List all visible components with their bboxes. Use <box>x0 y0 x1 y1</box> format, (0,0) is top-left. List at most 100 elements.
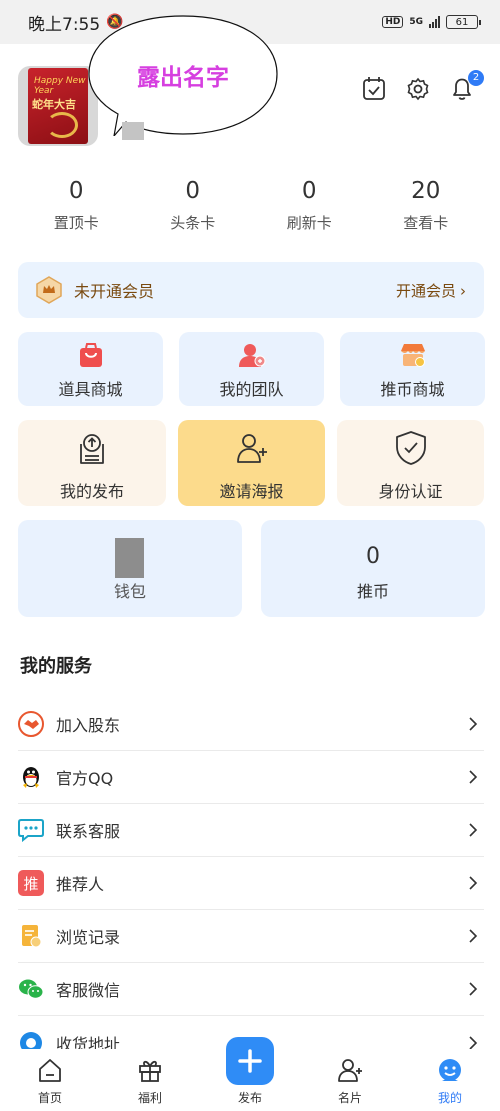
store-icon <box>400 344 425 367</box>
header-actions: 2 <box>362 70 484 102</box>
nav-card[interactable]: 名片 <box>300 1049 400 1111</box>
service-contact-support[interactable]: 联系客服 <box>18 804 484 857</box>
stat-value: 0 <box>68 178 84 204</box>
speech-bubble: 露出名字 <box>88 14 278 136</box>
nav-welfare[interactable]: 福利 <box>100 1049 200 1111</box>
wallet-card[interactable]: 钱包 <box>18 520 242 617</box>
team-person-icon <box>238 344 265 367</box>
vip-banner[interactable]: 未开通会员 开通会员 › <box>18 262 484 318</box>
tile-invite-poster[interactable]: 邀请海报 <box>178 420 325 506</box>
wechat-icon <box>18 976 44 1002</box>
publish-button[interactable] <box>226 1037 274 1085</box>
nav-mine[interactable]: 我的 <box>400 1049 500 1111</box>
profile-icon <box>439 1059 461 1081</box>
invite-person-icon <box>236 434 267 463</box>
service-wechat-support[interactable]: 客服微信 <box>18 963 484 1016</box>
service-label: 官方QQ <box>56 769 114 788</box>
nav-label: 我的 <box>437 1091 462 1105</box>
service-referrer[interactable]: 推 推荐人 <box>18 857 484 910</box>
coins-card[interactable]: 0 推币 <box>261 520 485 617</box>
avatar-image: Happy New Year 蛇年大吉 <box>28 68 88 144</box>
card-person-icon <box>338 1059 362 1082</box>
home-icon <box>39 1059 61 1082</box>
service-label: 加入股东 <box>56 716 121 735</box>
nav-label: 发布 <box>237 1091 262 1105</box>
network-label: 5G <box>409 17 423 27</box>
service-label: 联系客服 <box>56 822 121 841</box>
stats-row: 0 置顶卡 0 头条卡 0 刷新卡 20 查看卡 <box>18 176 484 233</box>
tile-label: 身份认证 <box>378 482 443 501</box>
shopping-bag-icon <box>79 343 102 367</box>
services-list: 加入股东 官方QQ 联系客服 推 推荐人 浏览记录 客服微信 收货地址 <box>18 698 484 1069</box>
chevron-right-icon: › <box>460 281 466 300</box>
chevron-right-icon <box>469 717 478 731</box>
services-title: 我的服务 <box>20 656 92 677</box>
tile-label: 道具商城 <box>58 380 123 399</box>
nav-label: 名片 <box>337 1091 362 1105</box>
avatar-chinese-text: 蛇年大吉 <box>32 98 76 111</box>
tile-identity[interactable]: 身份认证 <box>337 420 484 506</box>
stat-refresh-card[interactable]: 0 刷新卡 <box>251 176 368 233</box>
coins-value: 0 <box>366 544 380 569</box>
coins-label: 推币 <box>356 582 389 601</box>
stat-headline-card[interactable]: 0 头条卡 <box>135 176 252 233</box>
stat-label: 查看卡 <box>403 214 449 232</box>
stat-value: 20 <box>411 178 441 204</box>
handshake-icon <box>18 711 44 737</box>
chat-bubble-icon <box>18 817 44 843</box>
tile-my-team[interactable]: 我的团队 <box>179 332 324 406</box>
stat-value: 0 <box>301 178 317 204</box>
stat-pin-card[interactable]: 0 置顶卡 <box>18 176 135 233</box>
battery-level: 61 <box>455 16 469 28</box>
stat-view-card[interactable]: 20 查看卡 <box>368 176 485 233</box>
recommend-glyph: 推 <box>18 870 44 896</box>
snake-decoration <box>46 112 78 138</box>
tile-props-mall[interactable]: 道具商城 <box>18 332 163 406</box>
nav-label: 首页 <box>37 1091 62 1105</box>
open-vip-label: 开通会员 <box>395 281 456 300</box>
stat-label: 刷新卡 <box>286 214 332 232</box>
checkin-calendar-icon[interactable] <box>362 76 386 102</box>
nav-publish[interactable]: 发布 <box>200 1037 300 1111</box>
tile-coin-mall[interactable]: 推币商城 <box>340 332 485 406</box>
gift-icon <box>139 1060 161 1082</box>
bottom-nav: 首页 福利 发布 名片 我的 <box>0 1037 500 1111</box>
status-right: HD 5G 61 <box>382 15 481 29</box>
battery-icon: 61 <box>446 15 481 29</box>
redacted-wallet-amount <box>115 538 144 578</box>
tile-label: 我的团队 <box>219 380 284 399</box>
profile-page: 晚上7:55 🔕 HD 5G 61 Happy New Year 蛇年大吉 露出… <box>0 0 500 1111</box>
bubble-text: 露出名字 <box>137 65 229 91</box>
bell-icon[interactable]: 2 <box>450 70 484 102</box>
wallet-label: 钱包 <box>113 582 146 601</box>
hd-badge: HD <box>382 16 404 28</box>
service-browse-history[interactable]: 浏览记录 <box>18 910 484 963</box>
signal-icon <box>429 16 440 28</box>
service-label: 推荐人 <box>56 875 105 894</box>
tile-my-posts[interactable]: 我的发布 <box>18 420 166 506</box>
qq-penguin-icon <box>18 764 44 790</box>
service-official-qq[interactable]: 官方QQ <box>18 751 484 804</box>
avatar-greeting: Happy New Year <box>34 76 86 96</box>
service-join-shareholder[interactable]: 加入股东 <box>18 698 484 751</box>
nav-label: 福利 <box>137 1091 162 1105</box>
chevron-right-icon <box>469 770 478 784</box>
chevron-right-icon <box>469 1035 478 1050</box>
tile-label: 邀请海报 <box>219 482 284 501</box>
nav-home[interactable]: 首页 <box>0 1049 100 1111</box>
redacted-name <box>122 122 144 140</box>
chevron-right-icon <box>469 982 478 996</box>
stat-label: 置顶卡 <box>53 214 99 232</box>
tile-label: 推币商城 <box>380 380 445 399</box>
vip-status: 未开通会员 <box>74 282 155 301</box>
gear-icon[interactable] <box>406 76 430 102</box>
recommend-icon: 推 <box>18 870 44 896</box>
service-label: 客服微信 <box>56 981 121 1000</box>
plus-icon <box>238 1049 262 1073</box>
shield-check-icon <box>395 431 426 465</box>
notification-badge: 2 <box>468 70 484 86</box>
open-vip-link[interactable]: 开通会员 › <box>396 280 466 301</box>
chevron-right-icon <box>469 876 478 890</box>
stat-value: 0 <box>185 178 201 204</box>
avatar[interactable]: Happy New Year 蛇年大吉 <box>18 66 98 146</box>
